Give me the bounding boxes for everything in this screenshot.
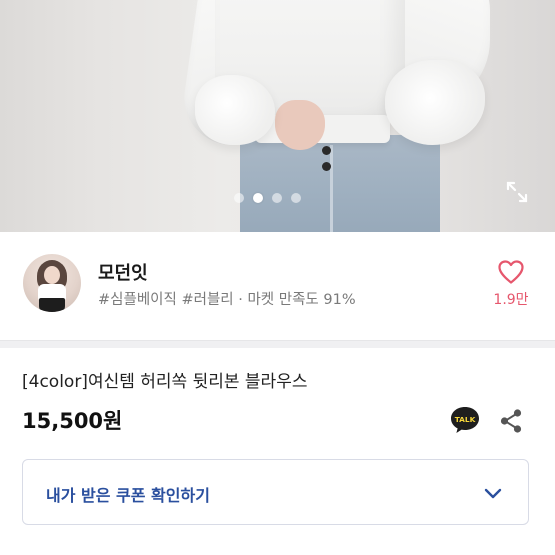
photo-ruffle-left <box>195 75 275 145</box>
gallery-dot[interactable] <box>272 193 282 203</box>
shop-avatar[interactable] <box>23 254 81 312</box>
expand-icon[interactable] <box>505 180 529 204</box>
talk-icon-label: TALK <box>455 415 476 424</box>
gallery-dot-active[interactable] <box>253 193 263 203</box>
coupon-label: 내가 받은 쿠폰 확인하기 <box>46 486 210 505</box>
photo-button <box>322 162 331 171</box>
like-count: 1.9만 <box>493 292 529 308</box>
gallery-dot[interactable] <box>234 193 244 203</box>
gallery-dot[interactable] <box>291 193 301 203</box>
shop-tags: #심플베이직 #러블리 · 마켓 만족도 91% <box>98 292 356 308</box>
chevron-down-icon[interactable] <box>482 482 504 504</box>
photo-ruffle-right <box>385 60 485 145</box>
photo-button <box>322 146 331 155</box>
gallery-pagination <box>234 193 301 203</box>
talk-icon[interactable]: TALK <box>449 405 481 435</box>
avatar-skirt <box>39 298 65 312</box>
bottom-spacer <box>0 538 555 555</box>
shop-name[interactable]: 모던잇 <box>98 259 148 285</box>
shop-info: 모던잇 #심플베이직 #러블리 · 마켓 만족도 91% 1.9만 <box>0 232 555 340</box>
product-title: [4color]여신템 허리쏙 뒷리본 블라우스 <box>22 372 308 392</box>
photo-jeans <box>240 135 440 232</box>
product-price: 15,500원 <box>22 409 123 433</box>
photo-jeans-seam <box>330 145 333 232</box>
product-image[interactable] <box>0 0 555 232</box>
avatar-face <box>44 266 60 284</box>
section-divider <box>0 340 555 348</box>
coupon-dropdown[interactable]: 내가 받은 쿠폰 확인하기 <box>22 459 529 525</box>
share-icon[interactable] <box>498 408 524 434</box>
heart-icon[interactable] <box>497 259 525 285</box>
photo-hand <box>275 100 325 150</box>
